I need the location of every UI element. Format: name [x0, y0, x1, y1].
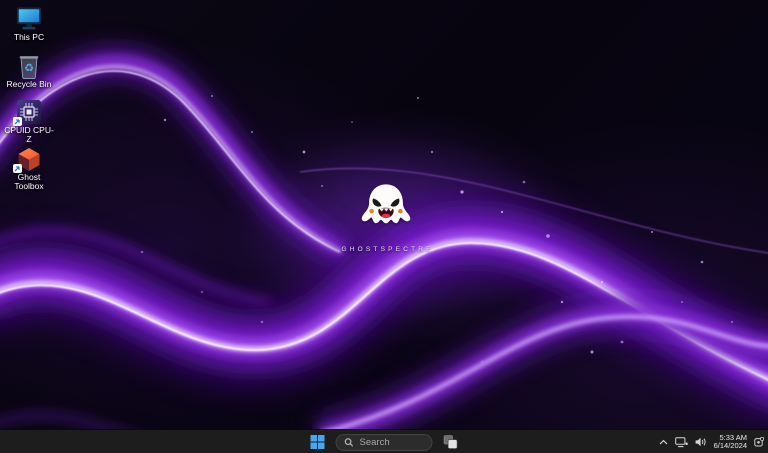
notification-icon [754, 437, 764, 447]
ghost-spectre-logo: GHOSTSPECTRE [306, 181, 466, 253]
svg-text:♻: ♻ [24, 62, 34, 74]
desktop-icon-this-pc[interactable]: This PC [0, 2, 58, 49]
desktop-icon-recycle-bin[interactable]: ♻ Recycle Bin [0, 49, 58, 96]
recycle-bin-icon: ♻ [15, 52, 43, 79]
speaker-volume-icon [695, 437, 707, 447]
notification-center-button[interactable] [754, 432, 764, 452]
network-button[interactable] [675, 432, 688, 452]
desktop-icon-list: This PC ♻ Recycle Bin [0, 2, 58, 190]
desktop-icon-ghost-toolbox[interactable]: Ghost Toolbox [0, 143, 58, 190]
volume-button[interactable] [695, 432, 707, 452]
ethernet-network-icon [675, 437, 688, 448]
icon-label: Recycle Bin [7, 80, 52, 89]
logo-wordmark: GHOSTSPECTRE [338, 246, 433, 253]
taskbar: Search [0, 429, 768, 453]
chevron-up-icon [659, 439, 668, 446]
computer-monitor-icon [15, 5, 43, 32]
shortcut-arrow-icon [13, 164, 22, 173]
icon-label: This PC [14, 33, 44, 42]
start-button[interactable] [308, 432, 328, 452]
icon-label: CPUID CPU-Z [3, 126, 55, 144]
ghost-mascot-icon [352, 181, 420, 243]
desktop-screen: This PC ♻ Recycle Bin [0, 0, 768, 453]
shortcut-arrow-icon [13, 117, 22, 126]
tray-date: 6/14/2024 [714, 442, 747, 451]
task-view-button[interactable] [441, 432, 461, 452]
tray-clock[interactable]: 5:33 AM 6/14/2024 [714, 434, 747, 451]
search-placeholder: Search [360, 437, 390, 448]
task-view-icon [444, 435, 458, 449]
hidden-icons-button[interactable] [659, 432, 668, 452]
desktop-icon-cpuz[interactable]: CPUID CPU-Z [0, 96, 58, 143]
search-icon [345, 438, 354, 447]
icon-label: Ghost Toolbox [3, 173, 55, 191]
cpu-chip-icon [15, 99, 43, 125]
taskbar-search-box[interactable]: Search [336, 434, 433, 451]
windows-start-icon [311, 435, 325, 449]
cube-icon [15, 146, 43, 172]
system-tray: 5:33 AM 6/14/2024 [659, 430, 764, 453]
taskbar-center-group: Search [308, 430, 461, 453]
